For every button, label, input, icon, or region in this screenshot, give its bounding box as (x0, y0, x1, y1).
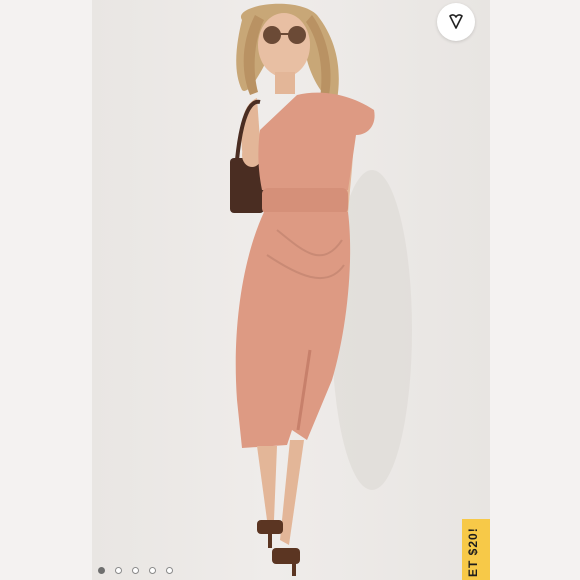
left-backdrop (0, 0, 92, 580)
carousel-dot[interactable] (149, 567, 156, 574)
carousel-dot[interactable] (132, 567, 139, 574)
carousel-indicator (98, 567, 173, 574)
promo-banner[interactable]: ET $20! (462, 519, 490, 580)
carousel-dot[interactable] (115, 567, 122, 574)
promo-label: ET $20! (466, 527, 480, 577)
model-illustration (230, 3, 412, 576)
right-backdrop (490, 0, 580, 580)
product-photo[interactable] (92, 0, 490, 580)
carousel-dot[interactable] (166, 567, 173, 574)
carousel-dot[interactable] (98, 567, 105, 574)
like-button[interactable] (437, 3, 475, 41)
heart-icon (449, 14, 463, 29)
